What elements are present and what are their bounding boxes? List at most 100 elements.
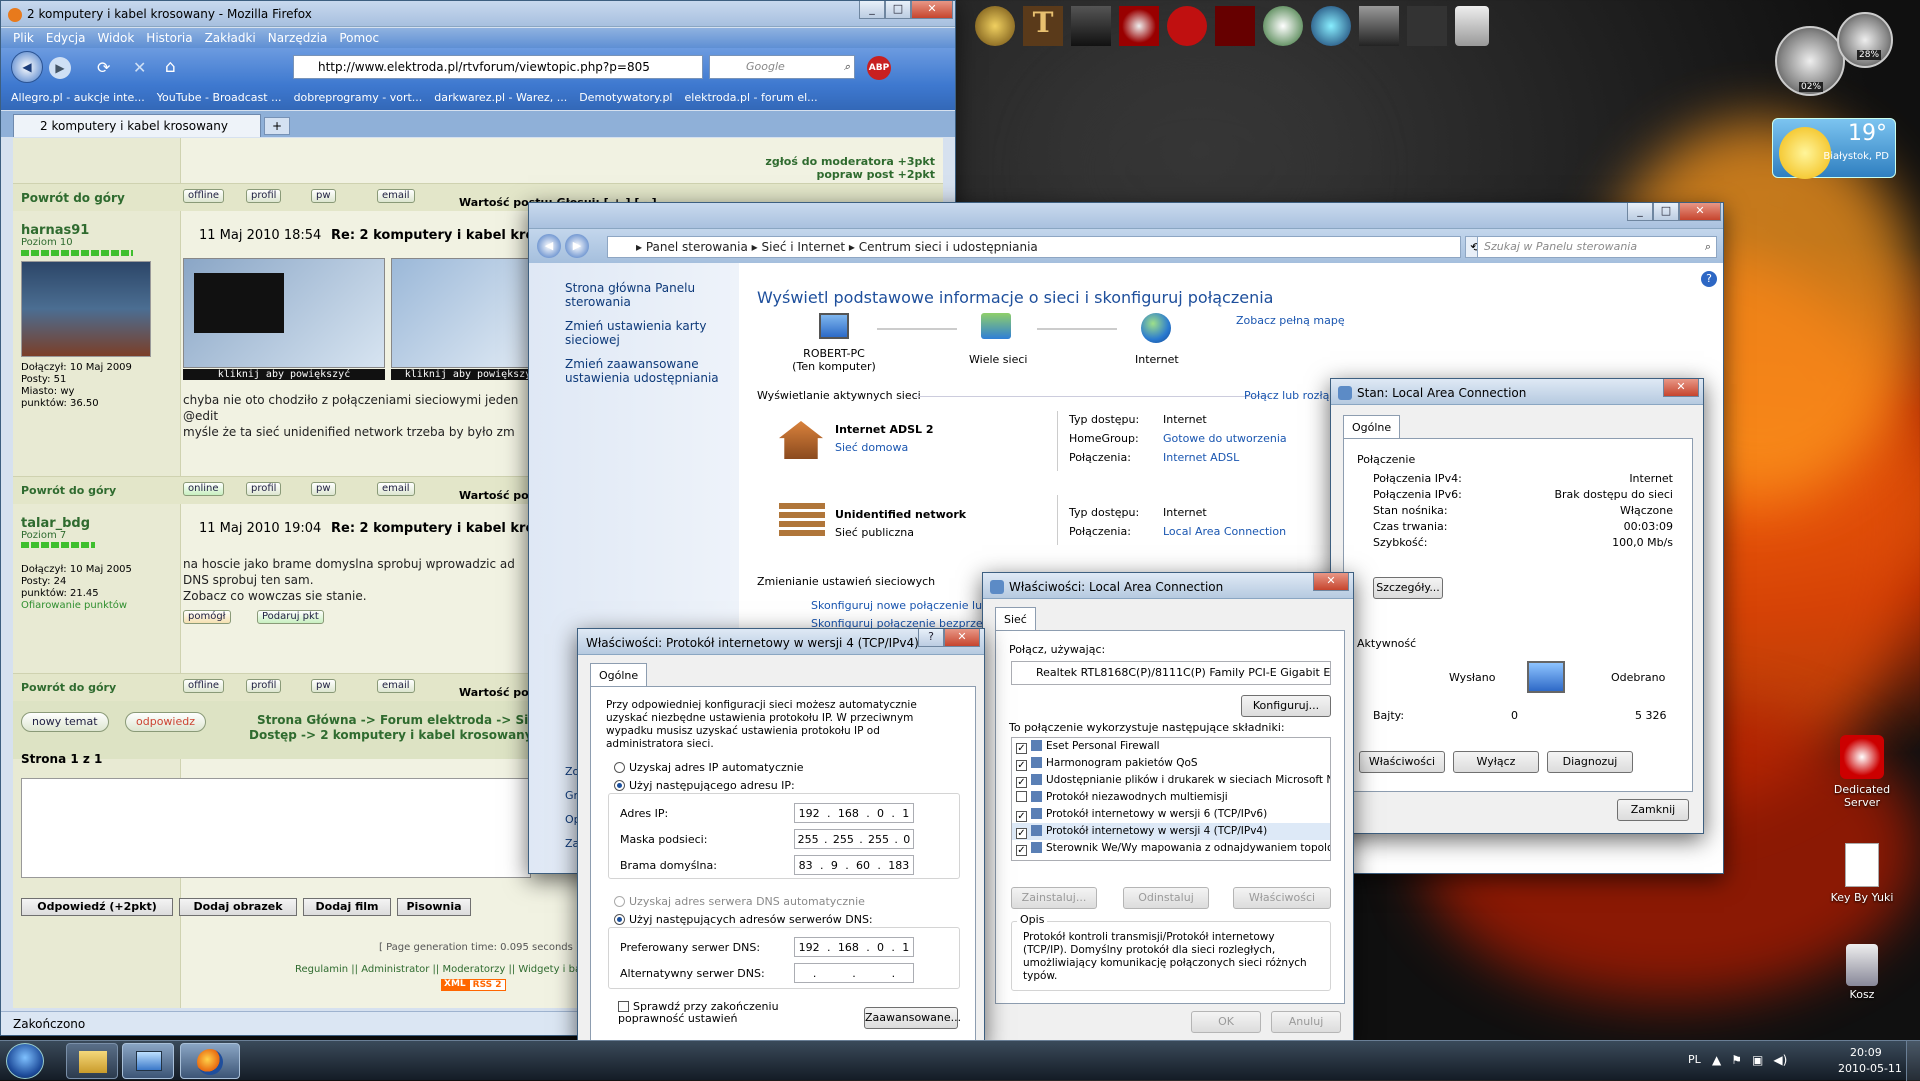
start-button[interactable] [6, 1043, 44, 1079]
post2-user[interactable]: talar_bdg [21, 516, 90, 531]
forward-button[interactable]: ▶ [565, 234, 589, 258]
side-adapter-link[interactable]: Zmień ustawienia karty sieciowej [565, 319, 715, 347]
minimize-button[interactable]: _ [1627, 203, 1653, 221]
skull-icon[interactable] [1119, 6, 1159, 46]
new-tab-button[interactable]: + [264, 117, 290, 135]
email-button-2[interactable]: email [377, 482, 415, 496]
xml-rss-badge[interactable]: XML RSS 2 [441, 979, 506, 991]
profile-button-3[interactable]: profil [246, 679, 282, 693]
spelling-button[interactable]: Pisownia [397, 898, 471, 916]
manual-ip-radio[interactable]: Użyj następującego adresu IP: [614, 779, 795, 792]
search-icon[interactable]: ⌕ [1705, 237, 1711, 257]
bookmark-5[interactable]: elektroda.pl - forum el... [685, 86, 818, 110]
pm-button-3[interactable]: pw [311, 679, 336, 693]
desktop-icon-trash[interactable]: Kosz [1820, 944, 1904, 1001]
post1-title[interactable]: Re: 2 komputery i kabel kroso [331, 228, 551, 243]
crumb-1[interactable]: ▸ Sieć i Internet [748, 240, 845, 254]
crumb-2[interactable]: ▸ Centrum sieci i udostępniania [845, 240, 1038, 254]
configure-button[interactable]: Konfiguruj... [1241, 695, 1331, 717]
checkbox-icon[interactable]: ✓ [1016, 760, 1027, 771]
language-indicator[interactable]: PL [1688, 1053, 1701, 1066]
flower-icon[interactable] [1263, 6, 1303, 46]
menu-item-3[interactable]: Historia [146, 28, 192, 48]
new-connection-link[interactable]: Skonfiguruj nowe połączenie lub [811, 599, 989, 612]
report-link[interactable]: zgłoś do moderatora +3pkt [765, 155, 935, 168]
alternate-dns-field[interactable]: ... [794, 963, 914, 983]
bookmark-0[interactable]: Allegro.pl - aukcje inte... [11, 86, 145, 110]
desktop-icon-dedicated[interactable]: Dedicated Server [1820, 735, 1904, 809]
footer-links[interactable]: Regulamin || Administrator || Moderatorz… [295, 964, 587, 975]
post1-screenshot-2[interactable] [391, 258, 551, 368]
menu-item-0[interactable]: Plik [13, 28, 34, 48]
help-icon[interactable]: ? [1701, 271, 1717, 287]
side-home-link[interactable]: Strona główna Panelu sterowania [565, 281, 715, 309]
clock-date[interactable]: 2010-05-11 [1838, 1062, 1902, 1075]
network-taskbar-icon[interactable] [122, 1043, 174, 1079]
component-item[interactable]: ✓ Harmonogram pakietów QoS [1012, 755, 1330, 772]
post2-gift[interactable]: Ofiarowanie punktów [21, 600, 127, 611]
back-to-top-2[interactable]: Powrót do góry [21, 484, 116, 497]
pm-button-2[interactable]: pw [311, 482, 336, 496]
checkbox-icon[interactable]: ✓ [1016, 811, 1027, 822]
search-icon[interactable]: ⌕ [844, 56, 850, 78]
profile-button-1[interactable]: profil [246, 189, 282, 203]
counterstrike-icon[interactable] [1407, 6, 1447, 46]
justcause-icon[interactable] [1071, 6, 1111, 46]
minimize-button[interactable]: _ [859, 1, 885, 19]
search-box[interactable]: Google ⌕ [709, 55, 855, 79]
starcraft-icon[interactable] [1311, 6, 1351, 46]
bookmark-4[interactable]: Demotywatory.pl [579, 86, 672, 110]
fallout-icon[interactable] [975, 6, 1015, 46]
ip-address-field[interactable]: 192. 168. 0. 1 [794, 803, 914, 823]
offline-button-3[interactable]: offline [183, 679, 225, 693]
crumb-0[interactable]: ▸ Panel sterowania [636, 240, 748, 254]
details-button[interactable]: Szczegóły... [1373, 577, 1443, 599]
close-button[interactable]: ✕ [911, 1, 953, 19]
close-button[interactable]: ✕ [1663, 379, 1699, 397]
game-t-icon[interactable]: T [1023, 6, 1063, 46]
menu-item-4[interactable]: Zakładki [205, 28, 256, 48]
adblock-icon[interactable]: ABP [867, 56, 891, 80]
menu-item-1[interactable]: Edycja [46, 28, 86, 48]
clock-time[interactable]: 20:09 [1850, 1046, 1882, 1059]
auto-ip-radio[interactable]: Uzyskaj adres IP automatycznie [614, 761, 804, 774]
validate-checkbox[interactable]: Sprawdź przy zakończeniu poprawność usta… [618, 1001, 828, 1025]
recycle-bin-icon[interactable] [1455, 6, 1489, 46]
cancel-button[interactable]: Anuluj [1271, 1011, 1341, 1033]
give-points-button[interactable]: Podaruj pkt [257, 610, 324, 624]
install-button[interactable]: Zainstaluj... [1011, 887, 1097, 909]
disable-button[interactable]: Wyłącz [1453, 751, 1539, 773]
net1-homegroup-link[interactable]: Gotowe do utworzenia [1163, 432, 1287, 445]
metro-icon[interactable] [1215, 6, 1255, 46]
maximize-button[interactable]: □ [1653, 203, 1679, 221]
reply-button[interactable]: odpowiedz [125, 712, 207, 732]
helped-button[interactable]: pomógł [183, 610, 231, 624]
component-item[interactable]: ✓ Sterownik We/Wy mapowania z odnajdywani… [1012, 840, 1330, 857]
net2-conn-link[interactable]: Local Area Connection [1163, 525, 1286, 538]
cp-search[interactable]: Szukaj w Panelu sterowania ⌕ [1477, 236, 1717, 258]
checkbox-icon[interactable]: ✓ [1016, 845, 1027, 856]
tab-network[interactable]: Sieć [995, 607, 1036, 631]
checkbox-icon[interactable] [1016, 791, 1027, 802]
volume-icon[interactable]: ◀) [1773, 1053, 1787, 1067]
gateway-field[interactable]: 83. 9. 60. 183 [794, 855, 914, 875]
subnet-mask-field[interactable]: 255. 255. 255. 0 [794, 829, 914, 849]
menu-item-5[interactable]: Narzędzia [268, 28, 328, 48]
component-properties-button[interactable]: Właściwości [1233, 887, 1331, 909]
checkbox-icon[interactable]: ✓ [1016, 777, 1027, 788]
breadcrumb-2[interactable]: Dostęp -> 2 komputery i kabel krosowany [249, 728, 533, 742]
back-button[interactable]: ◀ [11, 51, 43, 83]
manual-dns-radio[interactable]: Użyj następujących adresów serwerów DNS: [614, 913, 873, 926]
flag-icon[interactable]: ⚑ [1731, 1053, 1742, 1067]
network-tray-icon[interactable]: ▣ [1752, 1053, 1763, 1067]
connect-disconnect-link[interactable]: Połącz lub rozłą [1244, 389, 1329, 402]
thumb-caption-1[interactable]: kliknij aby powiększyć [183, 369, 385, 380]
desktop-icon-key[interactable]: Key By Yuki [1820, 843, 1904, 904]
cp-address[interactable]: ▸ Panel sterowania ▸ Sieć i Internet ▸ C… [607, 236, 1461, 258]
explorer-taskbar-icon[interactable] [66, 1043, 118, 1079]
thumb-caption-2[interactable]: kliknij aby powiększyć [391, 369, 551, 380]
bookmark-2[interactable]: dobreprogramy - vort... [294, 86, 423, 110]
reload-icon[interactable]: ⟳ [97, 58, 110, 77]
show-desktop-button[interactable] [1906, 1041, 1920, 1081]
close-button[interactable]: ✕ [1679, 203, 1721, 221]
